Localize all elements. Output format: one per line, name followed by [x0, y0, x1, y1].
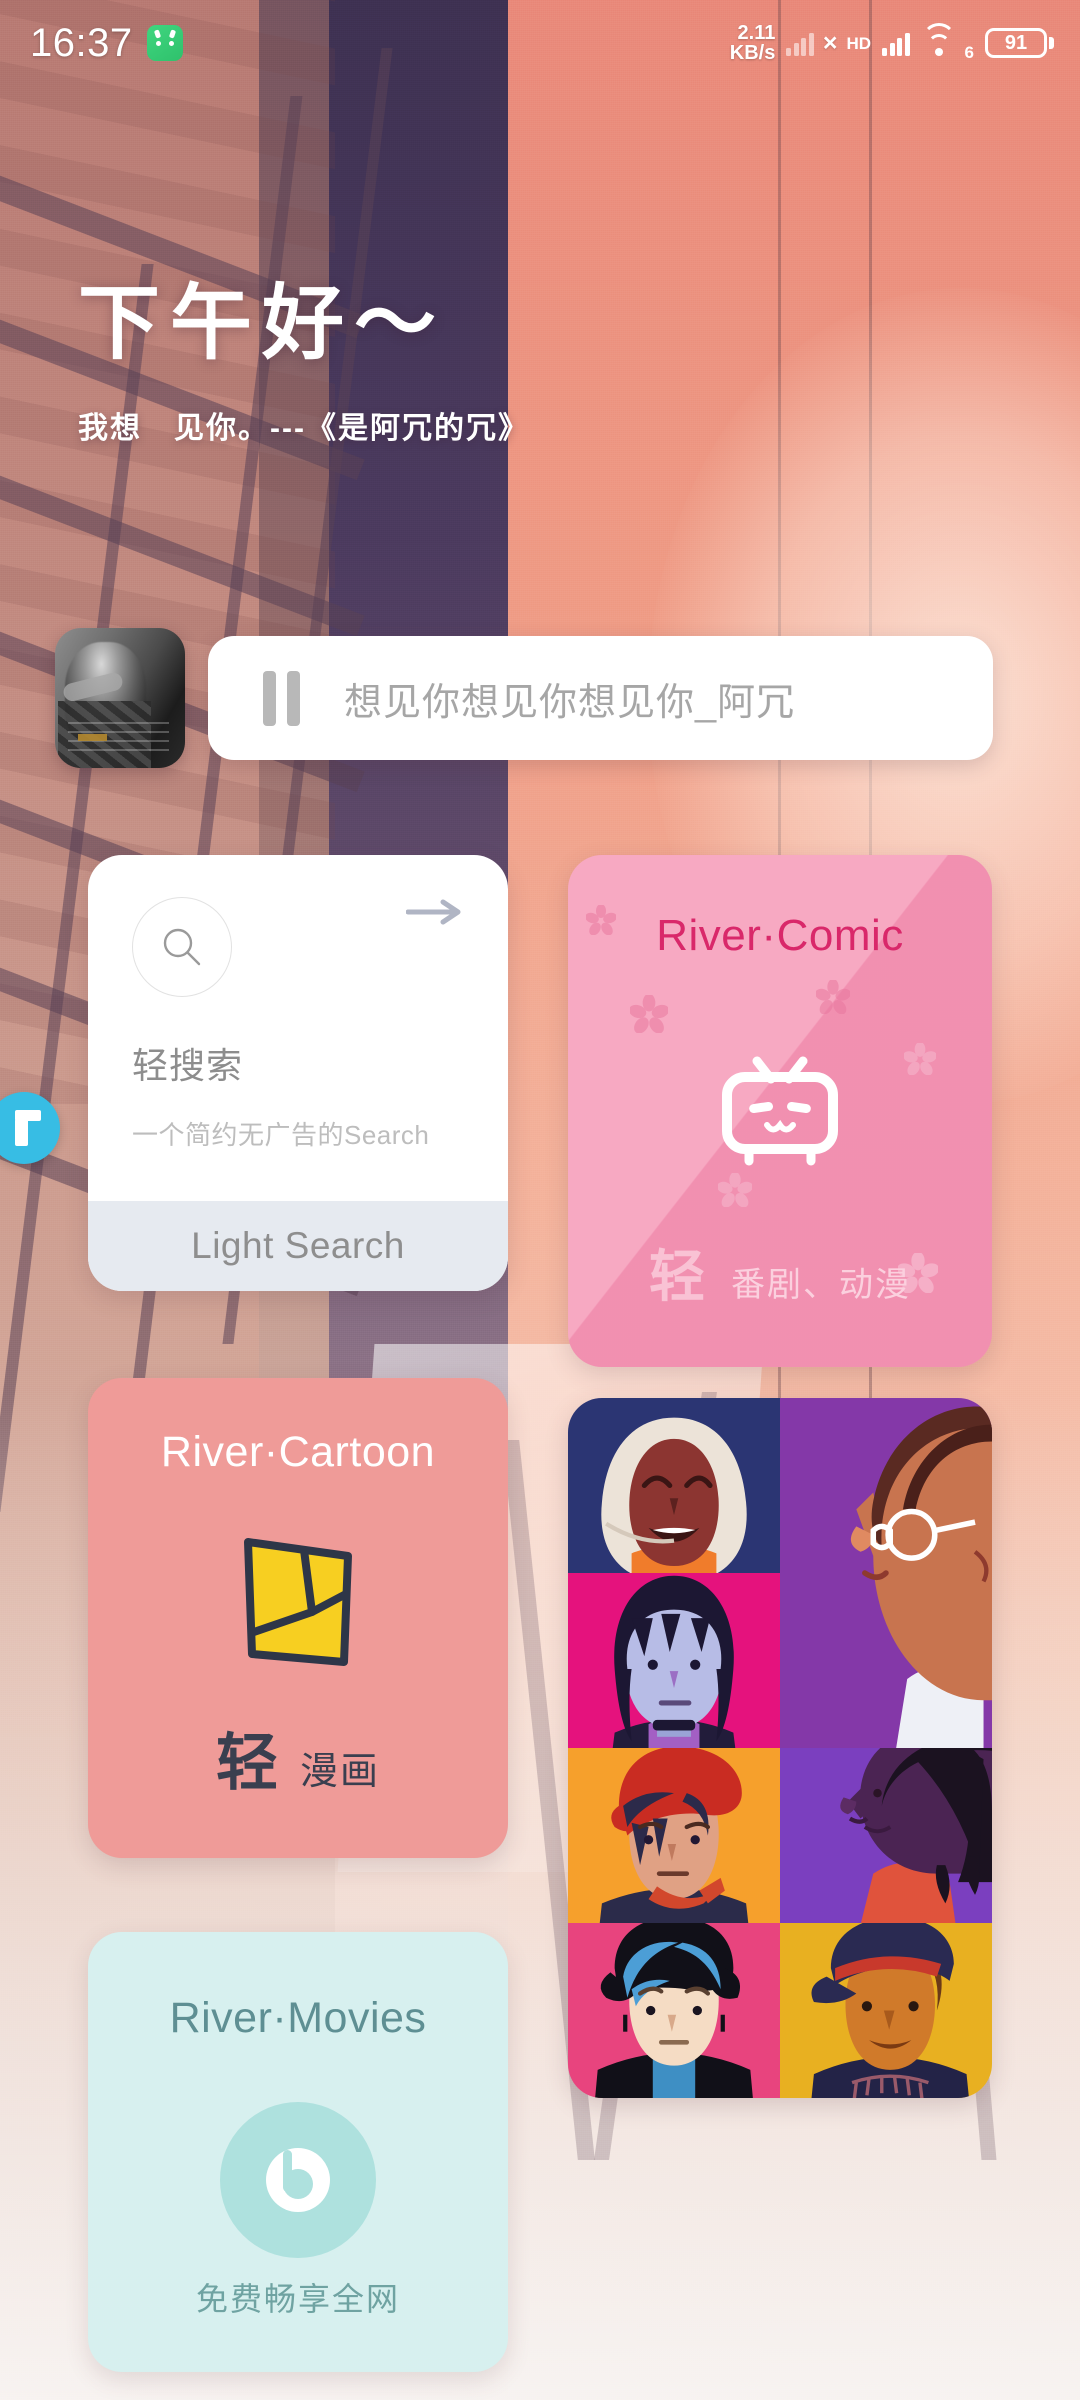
battery-percent: 91 — [1004, 31, 1028, 54]
sim1-signal-icon — [786, 30, 814, 56]
network-speed-unit: KB/s — [729, 42, 776, 64]
widget-river-movies[interactable]: River·Movies 免费畅享全网 — [88, 1932, 508, 2372]
light-search-description: 一个简约无广告的Search — [132, 1120, 430, 1150]
search-icon[interactable] — [132, 897, 232, 997]
woman-braids-avatar — [780, 1748, 992, 1923]
avatar-collage-widget[interactable] — [568, 1398, 992, 2098]
widget-river-comic[interactable]: River·Comic 轻 番剧、动漫 — [568, 855, 992, 1367]
river-comic-subtitle: 番剧、动漫 — [731, 1266, 911, 1304]
river-comic-title: River·Comic — [656, 911, 904, 960]
status-time: 16:37 — [30, 20, 133, 65]
sim-no-service-icon: × — [822, 28, 838, 57]
wifi-generation-label: 6 — [964, 43, 974, 63]
wifi-icon — [921, 22, 957, 57]
river-comic-badge: 轻 — [649, 1245, 705, 1308]
widget-river-cartoon[interactable]: River·Cartoon 轻 漫画 — [88, 1378, 508, 1858]
widget-light-search[interactable]: 轻搜索 一个简约无广告的Search Light Search — [88, 855, 508, 1291]
pause-icon[interactable] — [263, 670, 300, 726]
greeting-block: 下午好～ 我想 见你。---《是阿冗的冗》 — [78, 283, 530, 447]
network-speed-value: 2.11 — [737, 21, 776, 44]
status-bar: 16:37 2.11 KB/s × HD 6 91 — [0, 0, 1080, 86]
hd-volte-icon: HD — [846, 35, 871, 52]
light-search-footer-label: Light Search — [191, 1225, 405, 1266]
music-player-widget[interactable]: 想见你想见你想见你_阿冗 — [55, 628, 993, 768]
music-track-title: 想见你想见你想见你_阿冗 — [344, 681, 796, 724]
person-beret-avatar — [568, 1748, 780, 1923]
man-glasses-avatar — [780, 1398, 992, 1748]
hd-label: HD — [846, 33, 872, 53]
music-bar[interactable]: 想见你想见你想见你_阿冗 — [208, 636, 993, 760]
river-cartoon-badge: 轻 — [215, 1729, 278, 1798]
sakura-petal-icon — [717, 1171, 753, 1208]
network-speed: 2.11 KB/s — [729, 21, 776, 64]
woman-bob-avatar — [568, 1573, 780, 1748]
album-art[interactable] — [55, 628, 185, 768]
sakura-petal-icon — [903, 1041, 937, 1076]
light-search-footer[interactable]: Light Search — [88, 1201, 508, 1291]
greeting-title: 下午好～ — [78, 278, 447, 369]
woman-hijab-avatar — [568, 1398, 780, 1573]
man-cap-avatar — [780, 1923, 992, 2098]
android-robot-icon — [146, 25, 183, 61]
sakura-petal-icon — [815, 978, 851, 1015]
arrow-right-icon[interactable] — [405, 899, 464, 925]
home-screen: 16:37 2.11 KB/s × HD 6 91 下午好～ 我想 见你。---… — [0, 0, 1080, 2400]
light-search-title: 轻搜索 — [132, 1045, 244, 1086]
sim2-signal-icon — [882, 30, 910, 56]
beats-b-icon — [220, 2102, 376, 2258]
home-indicator — [410, 2381, 670, 2388]
river-movies-subtitle: 免费畅享全网 — [195, 2281, 400, 2317]
yellow-quadrilateral-icon — [240, 1536, 356, 1668]
greeting-subtitle: 我想 见你。---《是阿冗的冗》 — [78, 412, 530, 445]
river-movies-title: River·Movies — [169, 1994, 427, 2042]
battery-icon: 91 — [985, 28, 1054, 58]
person-hat-avatar — [568, 1923, 780, 2098]
river-cartoon-subtitle: 漫画 — [300, 1751, 381, 1793]
bilibili-tv-icon — [717, 1053, 843, 1171]
river-cartoon-title: River·Cartoon — [160, 1428, 436, 1476]
sakura-petal-icon — [628, 993, 670, 1034]
